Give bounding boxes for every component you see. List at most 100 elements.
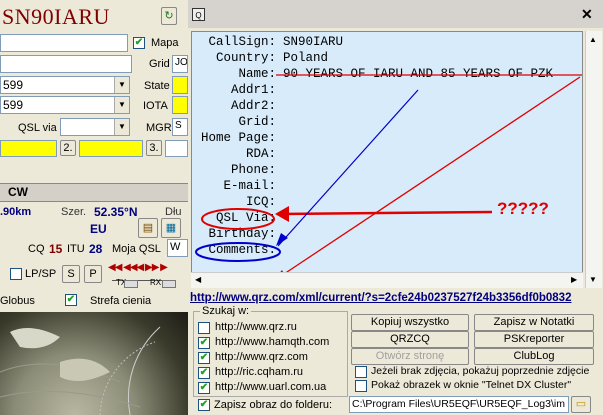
red-arrow-qsl-head — [275, 206, 289, 222]
state-label: State — [144, 80, 170, 92]
search-site-label: http://www.uarl.com.ua — [215, 381, 327, 393]
annotation-overlay — [195, 74, 582, 283]
strefa-label: Strefa cienia — [90, 295, 152, 307]
pskreporter-button[interactable]: PSKreporter — [474, 331, 594, 348]
mapa-checkbox[interactable]: ✔ — [133, 37, 145, 49]
close-icon[interactable]: ✕ — [581, 6, 593, 23]
save-notes-button[interactable]: Zapisz w Notatki — [474, 314, 594, 331]
search-site-checkbox[interactable] — [198, 322, 210, 334]
rx-slider-handle[interactable] — [162, 280, 176, 288]
search-site-checkbox[interactable]: ✔ — [198, 352, 210, 364]
document-icon[interactable]: ▤ — [138, 218, 158, 238]
strefa-checkbox[interactable]: ✔ — [65, 294, 77, 306]
telnet-image-checkbox[interactable] — [355, 380, 367, 392]
search-site-label: http://www.hamqth.com — [215, 336, 330, 348]
show-previous-photo-checkbox[interactable] — [355, 366, 367, 378]
grid-label: Grid — [149, 58, 170, 70]
search-site-label: http://www.qrz.com — [215, 351, 308, 363]
button-3[interactable]: 3. — [146, 140, 162, 156]
search-site-label: http://www.qrz.ru — [215, 321, 297, 333]
copy-all-button[interactable]: Kopiuj wszystko — [351, 314, 469, 331]
qrz-lookup-window: Q ✕ CallSign: SN90IARU Country: Poland Name:… — [188, 0, 603, 415]
chevron-down-icon[interactable]: ▼ — [114, 97, 129, 113]
red-arrow-qsl-line — [278, 210, 493, 216]
itu-zone-label: ITU — [67, 243, 85, 255]
search-site-label: http://ric.cqham.ru — [215, 366, 304, 378]
scroll-left-icon[interactable]: ◀ — [195, 275, 201, 284]
latitude-label: Szer. — [61, 206, 87, 218]
comment1-input[interactable] — [0, 140, 57, 157]
qsl-via-combo[interactable]: ▼ — [60, 118, 130, 136]
cq-zone-value: 15 — [49, 242, 63, 256]
mode-bar: CW — [0, 183, 188, 202]
rewind-arrows-icon[interactable]: ◀◀ ◀◀◀ ▶▶ ▶ — [108, 262, 168, 273]
iota-input[interactable] — [172, 96, 188, 114]
app-icon: Q — [192, 8, 205, 21]
annotation-question-marks: ????? — [497, 199, 549, 218]
telnet-image-label: Pokaż obrazek w oknie "Telnet DX Cluster… — [371, 379, 572, 391]
search-site-checkbox[interactable]: ✔ — [198, 367, 210, 379]
distance-value: .90km — [0, 206, 32, 218]
mode-label: CW — [8, 185, 28, 199]
button-2[interactable]: 2. — [60, 140, 76, 156]
cq-zone-label: CQ — [28, 243, 45, 255]
scroll-up-icon[interactable]: ▲ — [589, 35, 597, 44]
save-image-label: Zapisz obraz do folderu: — [214, 399, 333, 411]
iota-label: IOTA — [143, 100, 168, 112]
horizontal-scrollbar[interactable]: ◀ ▶ — [191, 272, 583, 288]
globe-map[interactable] — [0, 312, 188, 415]
blue-arrow-line — [277, 89, 419, 247]
lp-sp-checkbox[interactable] — [10, 268, 22, 280]
red-circle-qsl-via — [201, 208, 275, 230]
comment3-input[interactable] — [165, 140, 188, 157]
callsign-info-text[interactable]: CallSign: SN90IARU Country: Poland Name: 90 Y… — [191, 31, 583, 288]
image-icon[interactable]: ▦ — [161, 218, 181, 238]
query-url-link[interactable]: http://www.qrz.com/xml/current/?s=2cfe24… — [190, 292, 601, 307]
rst-sent-value: 599 — [3, 78, 24, 92]
folder-icon[interactable]: ▭ — [571, 396, 591, 413]
moja-qsl-label: Moja QSL — [112, 243, 161, 255]
chevron-down-icon[interactable]: ▼ — [114, 77, 129, 93]
state-input[interactable] — [172, 76, 188, 94]
main-log-panel: SN90IARU ↻ ✔ Mapa Grid JO 599 ▼ State 599… — [0, 0, 188, 415]
latitude-value: 52.35°N — [94, 205, 138, 219]
refresh-icon[interactable]: ↻ — [161, 7, 177, 25]
moja-qsl-input[interactable]: W — [167, 239, 188, 257]
callsign-display: SN90IARU — [2, 4, 110, 29]
search-group-title: Szukaj w: — [200, 305, 252, 317]
rst-rcvd-value: 599 — [3, 98, 24, 112]
qth-input[interactable] — [0, 55, 132, 73]
search-site-checkbox[interactable]: ✔ — [198, 337, 210, 349]
chevron-down-icon[interactable]: ▼ — [114, 119, 129, 135]
tx-slider-handle[interactable] — [124, 280, 138, 288]
rst-rcvd-combo[interactable]: 599 ▼ — [0, 96, 130, 114]
lp-sp-label: LP/SP — [25, 268, 57, 280]
itu-zone-value: 28 — [89, 242, 103, 256]
folder-path-input[interactable]: C:\Program Files\UR5EQF\UR5EQF_Log3\im — [349, 396, 569, 413]
show-previous-photo-label: Jeżeli brak zdjęcia, pokażuj poprzednie … — [371, 365, 590, 377]
qrzcq-button[interactable]: QRZCQ — [351, 331, 469, 348]
clublog-button[interactable]: ClubLog — [474, 348, 594, 365]
mgr-label: MGR — [146, 122, 172, 134]
continent-value: EU — [90, 222, 107, 236]
p-button[interactable]: P — [84, 265, 102, 283]
scroll-right-icon[interactable]: ▶ — [571, 275, 577, 284]
save-image-checkbox[interactable]: ✔ — [198, 399, 210, 411]
search-site-checkbox[interactable]: ✔ — [198, 382, 210, 394]
comment2-input[interactable] — [79, 140, 143, 157]
vertical-scrollbar[interactable]: ▲ ▼ — [585, 31, 602, 288]
open-page-button[interactable]: Otwórz stronę — [351, 348, 469, 365]
title-bar[interactable]: Q ✕ — [188, 0, 603, 28]
s-button[interactable]: S — [62, 265, 80, 283]
rx-label: RX — [150, 278, 162, 287]
red-arrow-line — [271, 76, 581, 283]
blue-arrow-head — [276, 233, 288, 246]
name-input[interactable] — [0, 34, 128, 52]
globus-label: Globus — [0, 295, 35, 307]
scroll-down-icon[interactable]: ▼ — [589, 275, 597, 284]
mapa-label: Mapa — [151, 37, 179, 49]
mgr-input[interactable]: S — [172, 118, 188, 136]
grid-input[interactable]: JO — [172, 55, 188, 73]
rst-sent-combo[interactable]: 599 ▼ — [0, 76, 130, 94]
longitude-label: Dłu — [165, 206, 182, 218]
